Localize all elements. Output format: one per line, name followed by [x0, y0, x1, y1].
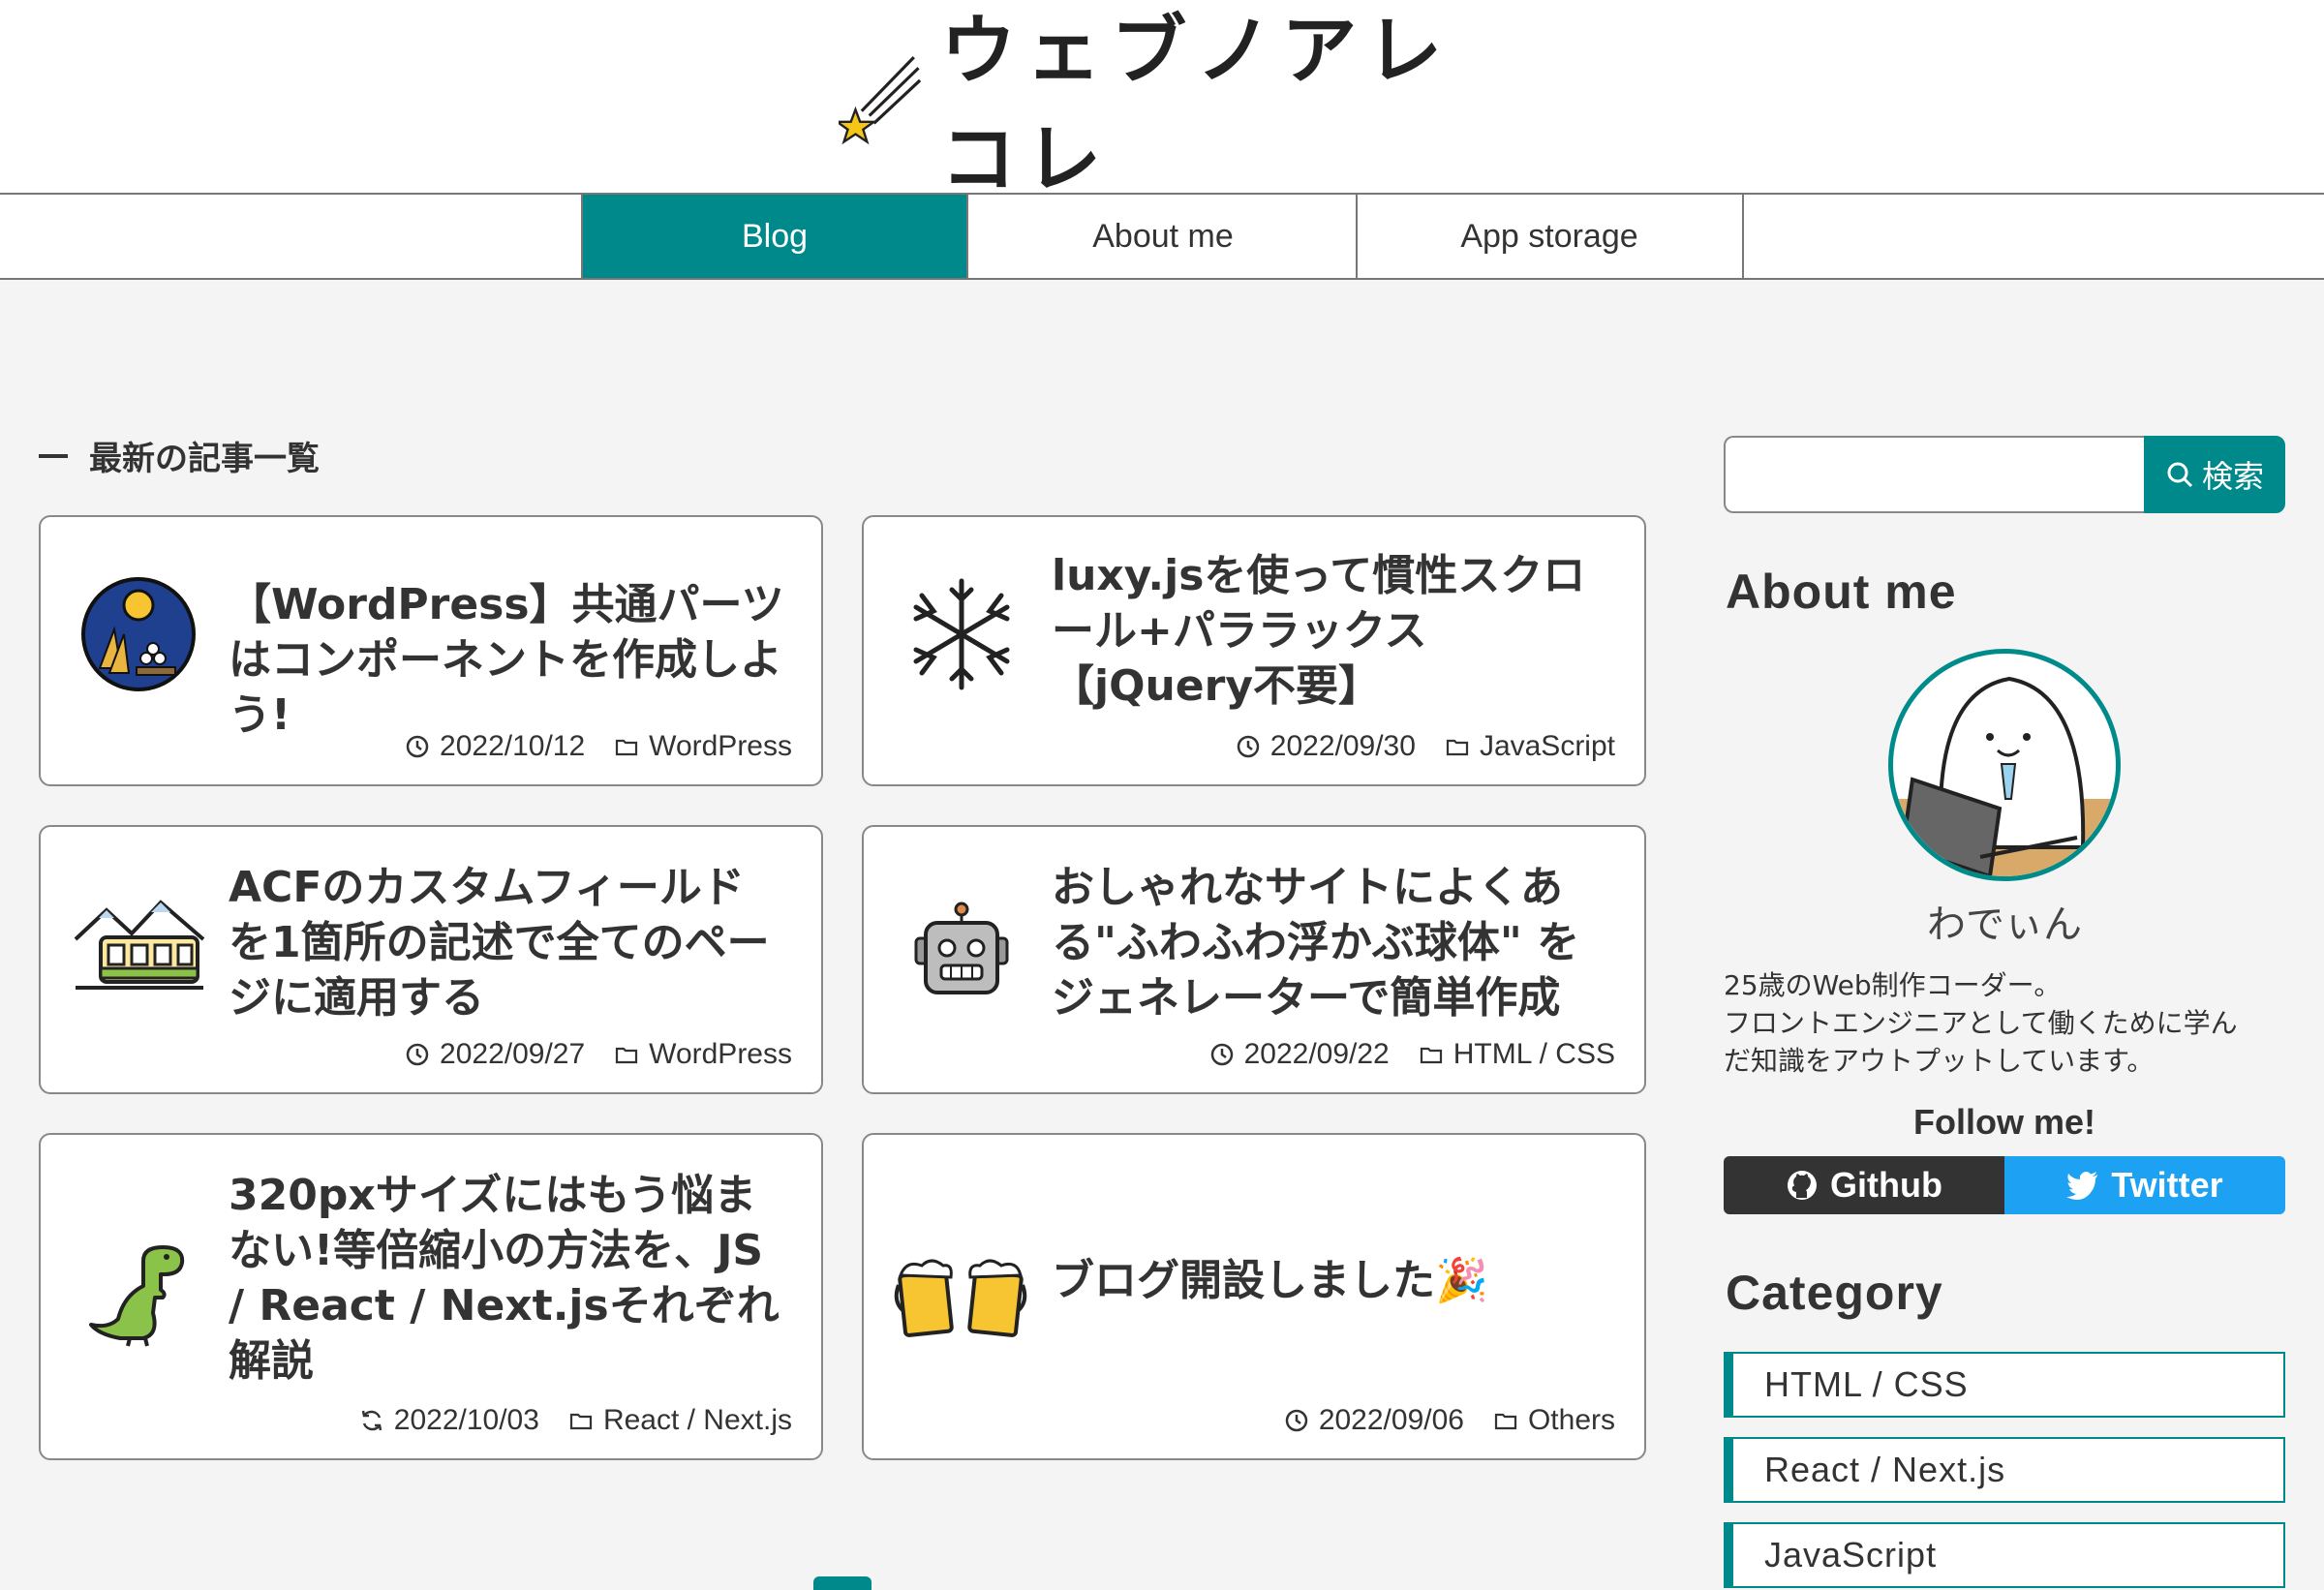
folder-icon [616, 1047, 638, 1064]
section-heading: 最新の記事一覧 [39, 432, 320, 479]
robot-icon [902, 891, 1021, 1009]
post-category[interactable]: HTML / CSS [1419, 1038, 1615, 1071]
category-item-react-nextjs[interactable]: React / Next.js [1724, 1437, 2285, 1503]
mountain-railway-icon [72, 885, 207, 1003]
global-nav: Blog About me App storage [0, 193, 2324, 280]
post-category-text: React / Next.js [602, 1404, 792, 1436]
snowflake-icon [902, 575, 1021, 693]
site-logo[interactable]: ウェブノアレコレ [839, 8, 1482, 203]
clock-icon [406, 735, 429, 758]
folder-icon [569, 1413, 593, 1430]
post-card[interactable]: luxy.jsを使って慣性スクロール+パララックス【jQuery不要】 2022… [862, 515, 1646, 786]
clock-icon [406, 1043, 429, 1066]
nav-about-me[interactable]: About me [970, 195, 1358, 278]
post-meta: 2022/09/06 Others [1284, 1404, 1615, 1437]
clock-icon [1285, 1409, 1308, 1432]
avatar [1888, 649, 2121, 881]
search-button-label: 検索 [2201, 458, 2264, 495]
author-bio-line: だ知識をアウトプットしています。 [1724, 1045, 2155, 1077]
author-name: わでぃん [1927, 902, 2082, 947]
post-meta: 2022/10/03 React / Next.js [359, 1404, 792, 1437]
search-input[interactable] [1724, 436, 2144, 513]
about-title: About me [1726, 565, 1957, 619]
post-category-text: Others [1527, 1404, 1615, 1436]
category-item-html-css[interactable]: HTML / CSS [1724, 1352, 2285, 1418]
moon-viewing-icon [79, 575, 198, 693]
author-bio: 25歳のWeb制作コーダー。 フロントエンジニアとして働くために学ん だ知識をア… [1724, 966, 2285, 1080]
post-date-text: 2022/09/06 [1318, 1404, 1464, 1436]
post-title[interactable]: 320pxサイズにはもう悩まない!等倍縮小の方法を、JS / React / N… [229, 1168, 786, 1389]
twitter-icon [2066, 1172, 2098, 1200]
post-date: 2022/09/22 [1209, 1038, 1390, 1071]
refresh-icon [361, 1410, 382, 1431]
category-title: Category [1726, 1266, 1943, 1320]
category-item-javascript[interactable]: JavaScript [1724, 1522, 2285, 1588]
author-bio-line: フロントエンジニアとして働くために学ん [1724, 1007, 2238, 1039]
github-icon [1788, 1171, 1818, 1200]
shooting-star-icon [839, 56, 922, 145]
post-category[interactable]: WordPress [614, 730, 792, 763]
post-date-text: 2022/10/03 [393, 1404, 539, 1436]
post-date-text: 2022/09/30 [1269, 730, 1416, 762]
post-meta: 2022/10/12 WordPress [405, 730, 792, 763]
heading-dash [39, 453, 68, 458]
post-title[interactable]: おしゃれなサイトによくある"ふわふわ浮かぶ球体" をジェネレーターで簡単作成 [1052, 860, 1609, 1025]
post-date: 2022/10/12 [405, 730, 585, 763]
clock-icon [1210, 1043, 1233, 1066]
clock-icon [1237, 735, 1260, 758]
beer-mugs-icon [893, 1236, 1028, 1354]
folder-icon [616, 739, 638, 756]
post-category[interactable]: React / Next.js [568, 1404, 792, 1437]
site-logo-text: ウェブノアレコレ [940, 8, 1452, 203]
post-date: 2022/10/03 [359, 1404, 539, 1437]
post-meta: 2022/09/27 WordPress [405, 1038, 792, 1071]
post-category-text: JavaScript [1479, 730, 1615, 762]
post-title[interactable]: ブログ開設しました🎉 [1052, 1253, 1609, 1308]
author-bio-line: 25歳のWeb制作コーダー。 [1724, 969, 2062, 1001]
post-meta: 2022/09/22 HTML / CSS [1209, 1038, 1615, 1071]
github-button[interactable]: Github [1724, 1156, 2004, 1214]
search-button[interactable]: 検索 [2144, 436, 2285, 513]
github-label: Github [1830, 1165, 1942, 1205]
t-rex-icon [79, 1236, 198, 1354]
nav-blog[interactable]: Blog [581, 195, 968, 278]
post-title[interactable]: 【WordPress】共通パーツはコンポーネントを作成しよう! [229, 577, 786, 743]
post-category[interactable]: JavaScript [1445, 730, 1615, 763]
folder-icon [1446, 739, 1469, 756]
folder-icon [1420, 1047, 1442, 1064]
follow-label: Follow me! [1913, 1102, 2095, 1142]
post-title[interactable]: ACFのカスタムフィールドを1箇所の記述で全てのページに適用する [229, 860, 786, 1025]
section-title: 最新の記事一覧 [89, 440, 320, 478]
post-category-text: WordPress [649, 1038, 792, 1070]
post-title[interactable]: luxy.jsを使って慣性スクロール+パララックス【jQuery不要】 [1052, 548, 1609, 714]
search-icon [2167, 462, 2193, 488]
nav-app-storage[interactable]: App storage [1357, 195, 1744, 278]
post-date-text: 2022/10/12 [440, 730, 586, 762]
post-date: 2022/09/27 [405, 1038, 585, 1071]
post-card[interactable]: ACFのカスタムフィールドを1箇所の記述で全てのページに適用する 2022/09… [39, 825, 823, 1094]
post-category-text: HTML / CSS [1452, 1038, 1615, 1070]
post-meta: 2022/09/30 JavaScript [1236, 730, 1615, 763]
post-card[interactable]: ブログ開設しました🎉 2022/09/06 Others [862, 1133, 1646, 1460]
post-date-text: 2022/09/22 [1243, 1038, 1390, 1070]
post-category[interactable]: Others [1493, 1404, 1615, 1437]
pagination-current[interactable] [813, 1576, 872, 1590]
twitter-label: Twitter [2111, 1165, 2223, 1205]
post-card[interactable]: 【WordPress】共通パーツはコンポーネントを作成しよう! 2022/10/… [39, 515, 823, 786]
post-date: 2022/09/06 [1284, 1404, 1464, 1437]
post-date: 2022/09/30 [1236, 730, 1416, 763]
post-category-text: WordPress [649, 730, 792, 762]
site-header: ウェブノアレコレ [0, 0, 2324, 203]
post-card[interactable]: おしゃれなサイトによくある"ふわふわ浮かぶ球体" をジェネレーターで簡単作成 2… [862, 825, 1646, 1094]
twitter-button[interactable]: Twitter [2004, 1156, 2285, 1214]
post-category[interactable]: WordPress [614, 1038, 792, 1071]
post-card[interactable]: 320pxサイズにはもう悩まない!等倍縮小の方法を、JS / React / N… [39, 1133, 823, 1460]
post-date-text: 2022/09/27 [440, 1038, 586, 1070]
search-form: 検索 [1724, 436, 2285, 513]
folder-icon [1494, 1413, 1517, 1430]
